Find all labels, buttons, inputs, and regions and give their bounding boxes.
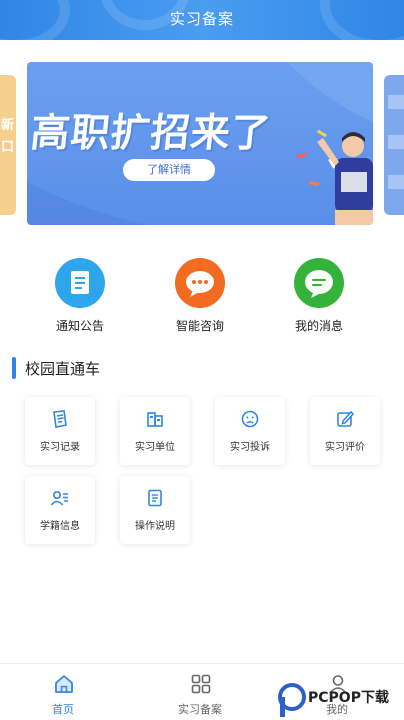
banner-previous-slide-text: 新 口 (1, 118, 15, 155)
grid-item-student-info[interactable]: 学籍信息 (25, 476, 95, 544)
banner-previous-slide[interactable]: 新 口 (0, 75, 16, 215)
learn-more-button[interactable]: 了解详情 (123, 159, 215, 181)
grid-item-internship-complaint[interactable]: 实习投诉 (215, 397, 285, 465)
grid-item-internship-company[interactable]: 实习单位 (120, 397, 190, 465)
consult-label: 智能咨询 (175, 319, 224, 333)
message-icon (294, 258, 344, 308)
banner-character-illustration (317, 132, 373, 225)
tab-home-label: 首页 (52, 703, 74, 716)
building-icon (147, 412, 163, 427)
grid-item-internship-evaluation[interactable]: 实习评价 (310, 397, 380, 465)
document-icon (148, 489, 162, 507)
banner-next-slide[interactable] (384, 75, 404, 215)
notice-label: 通知公告 (55, 319, 104, 333)
pcpop-watermark: PCPOP下载 (278, 683, 402, 719)
app-header: 实习备案 (0, 0, 404, 40)
notice-icon (55, 258, 105, 308)
grid-item-instructions[interactable]: 操作说明 (120, 476, 190, 544)
message-label: 我的消息 (294, 319, 343, 333)
consult-shortcut[interactable]: 智能咨询 (150, 258, 250, 338)
home-icon (55, 675, 73, 693)
section-accent-bar (12, 357, 16, 379)
tab-home[interactable]: 首页 (18, 664, 108, 720)
grid-item-label: 操作说明 (135, 521, 175, 532)
chat-icon (175, 258, 225, 308)
page-title: 实习备案 (169, 10, 234, 28)
grid-icon (191, 674, 211, 694)
record-icon (53, 410, 67, 428)
banner-slide[interactable]: 高职扩招来了 了解详情 (27, 62, 373, 225)
watermark-text: PCPOP下载 (308, 690, 389, 706)
complaint-icon (241, 410, 259, 428)
student-info-icon (50, 490, 68, 506)
notice-shortcut[interactable]: 通知公告 (30, 258, 130, 338)
banner-carousel[interactable]: 新 口 高职扩招来了 了解详情 (0, 40, 404, 273)
tab-internship-filing[interactable]: 实习备案 (155, 664, 245, 720)
section-title: 校园直通车 (25, 360, 101, 378)
pcpop-logo-icon (278, 683, 306, 717)
message-shortcut[interactable]: 我的消息 (269, 258, 369, 338)
grid-item-label: 实习记录 (40, 442, 80, 453)
grid-item-label: 实习单位 (135, 442, 175, 453)
grid-item-label: 学籍信息 (40, 521, 80, 532)
grid-item-label: 实习评价 (325, 442, 365, 453)
grid-item-internship-record[interactable]: 实习记录 (25, 397, 95, 465)
edit-icon (337, 410, 355, 427)
banner-headline: 高职扩招来了 (28, 111, 274, 156)
tab-internship-filing-label: 实习备案 (178, 703, 222, 716)
grid-item-label: 实习投诉 (230, 442, 270, 453)
